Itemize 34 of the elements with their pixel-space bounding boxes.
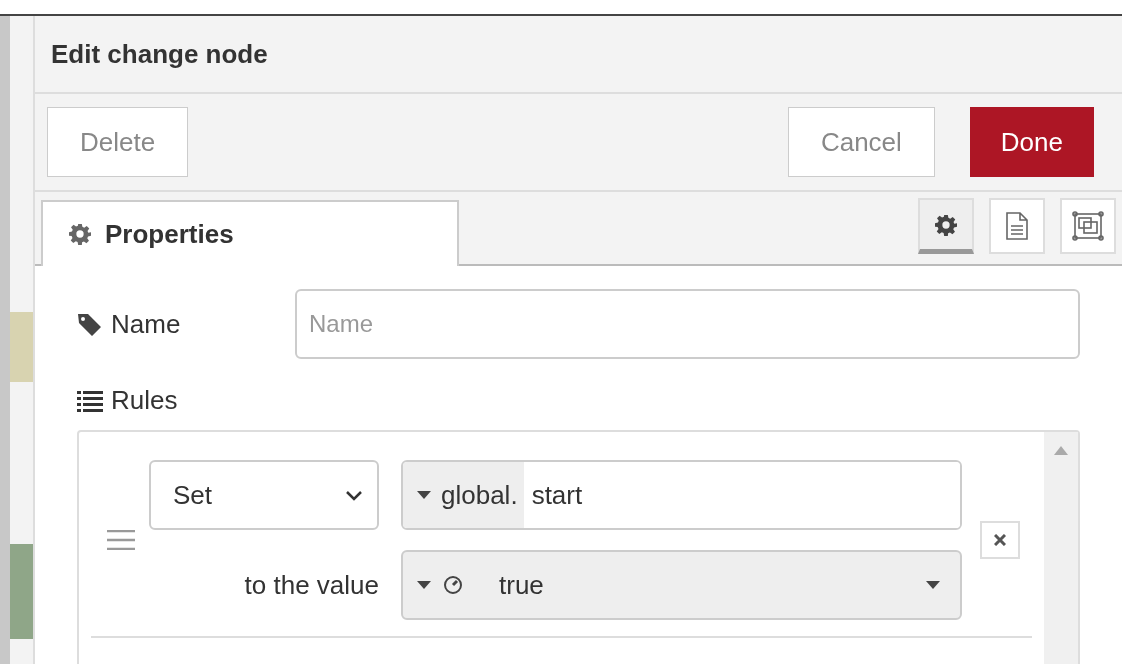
drag-handle-icon[interactable] (107, 530, 135, 550)
dialog-title: Edit change node (51, 38, 268, 70)
document-icon (1006, 212, 1028, 240)
remove-button[interactable] (980, 521, 1020, 559)
settings-icon (935, 213, 957, 236)
properties-tab[interactable]: Properties (41, 200, 459, 266)
close-icon (994, 534, 1006, 546)
caret-icon (926, 581, 940, 589)
boolean-icon (443, 575, 463, 595)
document-tab[interactable] (989, 198, 1045, 254)
value-label: to the value (243, 569, 379, 601)
type-dropdown[interactable]: global. (403, 462, 524, 528)
name-field[interactable]: Name (295, 289, 1080, 359)
tag-icon (77, 312, 103, 336)
property-field[interactable]: global. start (401, 460, 962, 530)
flow-node[interactable] (10, 312, 33, 382)
scroll-up-icon[interactable] (1054, 446, 1068, 455)
name-label: Name (77, 308, 295, 340)
frame-tab[interactable] (1060, 198, 1116, 254)
dialog-button[interactable]: Delete (47, 107, 189, 177)
caret-icon (417, 581, 431, 589)
frame-icon (1072, 211, 1104, 241)
rules-label: Rules (77, 385, 1080, 416)
settings-tab[interactable] (918, 198, 974, 254)
scrollbar[interactable] (1044, 432, 1078, 664)
dialog-button[interactable]: Done (969, 107, 1094, 177)
chevron-icon (345, 489, 363, 501)
dialog-button[interactable]: Cancel (787, 107, 935, 177)
caret-icon (417, 491, 431, 499)
value-field[interactable]: true (401, 550, 962, 620)
flow-node[interactable] (10, 544, 33, 639)
list-icon (77, 389, 103, 412)
gear-icon (69, 223, 91, 245)
action-select[interactable]: Set (149, 460, 379, 530)
